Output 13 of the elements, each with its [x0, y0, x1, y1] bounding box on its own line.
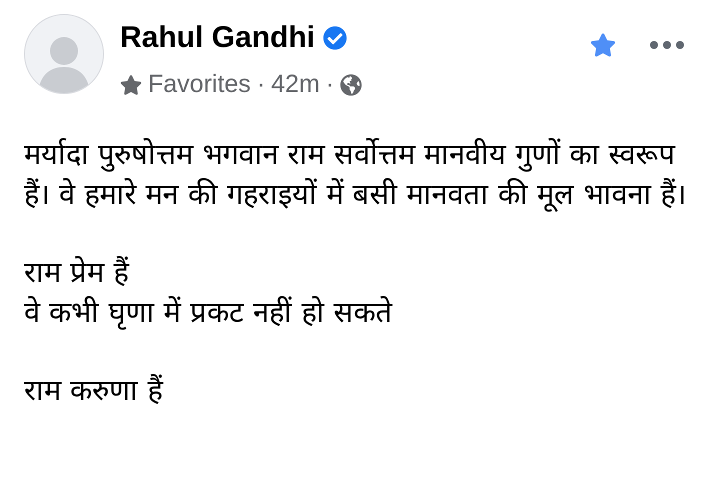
more-icon	[650, 41, 684, 49]
favorite-button[interactable]	[590, 32, 616, 58]
post-paragraph: राम प्रेम हैं वे कभी घृणा में प्रकट नहीं हो सकते	[24, 254, 394, 332]
separator-dot: ·	[256, 69, 266, 100]
post-paragraph: राम करुणा हैं	[24, 372, 164, 408]
star-icon	[120, 74, 142, 96]
star-icon	[590, 32, 616, 58]
post-paragraph: मर्यादा पुरुषोत्तम भगवान राम सर्वोत्तम मानवीय गुणों का स्वरूप हैं। वे हमारे मन की गहराइयों में बसी मानवता की मूल भावना हैं।	[24, 136, 688, 214]
separator-dot: ·	[326, 69, 334, 100]
globe-icon	[340, 74, 362, 96]
audience-label: Favorites	[148, 69, 251, 100]
author-name[interactable]: Rahul Gandhi	[120, 18, 315, 58]
post-time[interactable]: 42m	[271, 66, 320, 104]
